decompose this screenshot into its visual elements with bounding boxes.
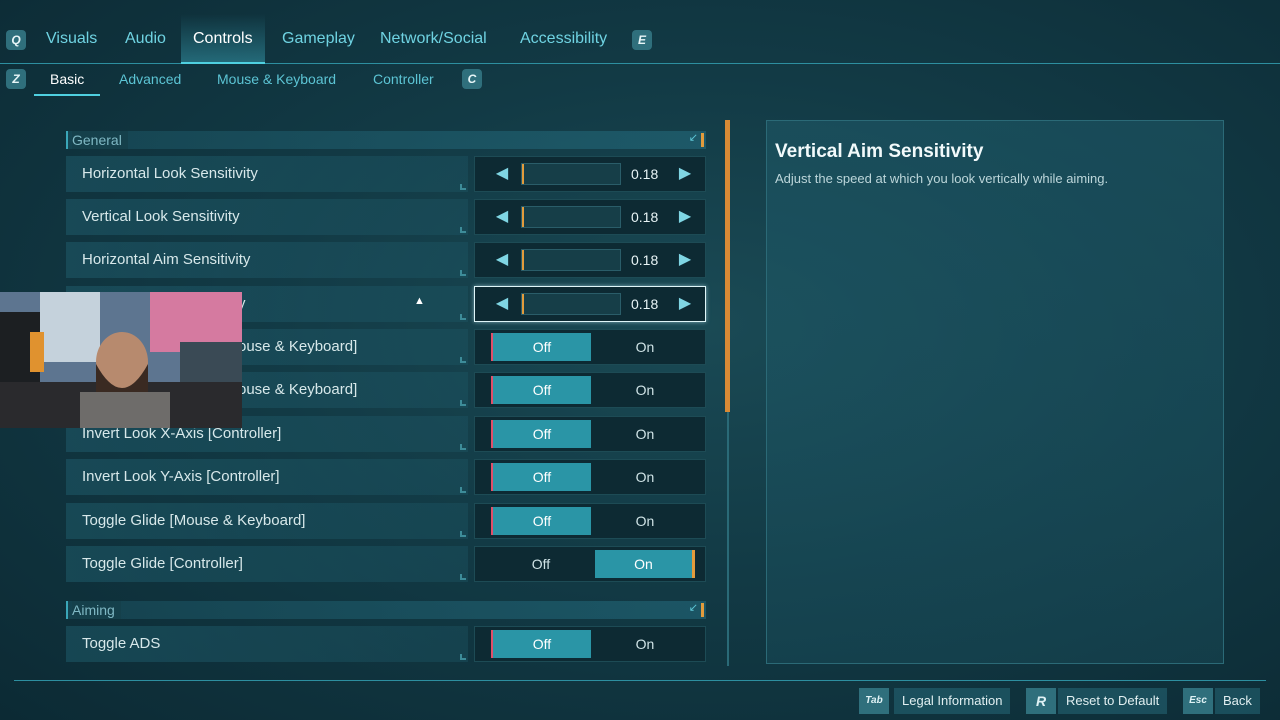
description-title: Vertical Aim Sensitivity: [775, 141, 984, 162]
decrease-arrow-icon[interactable]: ◀: [490, 243, 514, 277]
toggle-off-option[interactable]: Off: [491, 550, 591, 578]
section-header-general: General ↙: [66, 131, 706, 149]
collapse-arrow-icon: ↙: [688, 602, 698, 614]
collapse-arrow-icon: ↙: [688, 132, 698, 144]
off-on-toggle[interactable]: Off On: [474, 503, 706, 539]
tab-controls[interactable]: Controls: [181, 14, 265, 64]
sub-tab-bar: Z Basic Advanced Mouse & Keyboard Contro…: [0, 64, 1280, 96]
sensitivity-slider[interactable]: ◀ 0.18 ▶: [474, 286, 706, 322]
r-key-icon[interactable]: R: [1026, 688, 1056, 714]
section-title-aiming: Aiming: [72, 601, 121, 619]
setting-label: Toggle ADS: [82, 635, 161, 652]
webcam-overlay: [0, 292, 242, 428]
webcam-image: [0, 292, 242, 428]
toggle-on-option[interactable]: On: [595, 420, 695, 448]
subtab-advanced[interactable]: Advanced: [103, 68, 197, 96]
decrease-arrow-icon[interactable]: ◀: [490, 157, 514, 191]
legal-information-button[interactable]: Legal Information: [894, 688, 1011, 714]
setting-label: Invert Look Y-Axis [Controller]: [82, 468, 280, 485]
tab-network-social[interactable]: Network/Social: [368, 14, 499, 64]
section-title-general: General: [72, 131, 128, 149]
tab-audio[interactable]: Audio: [113, 14, 178, 64]
slider-track[interactable]: [521, 163, 621, 185]
decrease-arrow-icon[interactable]: ◀: [490, 200, 514, 234]
back-button[interactable]: Back: [1215, 688, 1260, 714]
toggle-on-option[interactable]: On: [595, 376, 695, 404]
sensitivity-slider[interactable]: ◀ 0.18 ▶: [474, 199, 706, 235]
tab-accessibility[interactable]: Accessibility: [508, 14, 619, 64]
tab-key-icon[interactable]: Tab: [859, 688, 889, 714]
subtab-controller[interactable]: Controller: [357, 68, 450, 96]
slider-value: 0.18: [631, 209, 659, 225]
off-on-toggle[interactable]: Off On: [474, 546, 706, 582]
setting-row[interactable]: Horizontal Aim Sensitivity ◀ 0.18 ▶: [66, 242, 706, 278]
section-marker: [701, 133, 704, 147]
increase-arrow-icon[interactable]: ▶: [673, 157, 697, 191]
subtab-mouse-keyboard[interactable]: Mouse & Keyboard: [201, 68, 352, 96]
off-on-toggle[interactable]: Off On: [474, 626, 706, 662]
off-on-toggle[interactable]: Off On: [474, 372, 706, 408]
setting-label: Horizontal Aim Sensitivity: [82, 251, 251, 268]
increase-arrow-icon[interactable]: ▶: [673, 200, 697, 234]
tab-visuals[interactable]: Visuals: [34, 14, 109, 64]
setting-label: Vertical Look Sensitivity: [82, 208, 240, 225]
c-key-icon[interactable]: C: [462, 69, 482, 89]
reset-to-default-button[interactable]: Reset to Default: [1058, 688, 1168, 714]
slider-track[interactable]: [521, 249, 621, 271]
toggle-on-option[interactable]: On: [595, 630, 695, 658]
setting-row[interactable]: Toggle Glide [Mouse & Keyboard] Off On: [66, 503, 706, 539]
setting-row[interactable]: Toggle Glide [Controller] Off On: [66, 546, 706, 582]
off-on-toggle[interactable]: Off On: [474, 329, 706, 365]
slider-value: 0.18: [631, 166, 659, 182]
top-tab-bar: Q Visuals Audio Controls Gameplay Networ…: [0, 0, 1280, 64]
setting-label: Toggle Glide [Controller]: [82, 555, 243, 572]
setting-row[interactable]: Horizontal Look Sensitivity ◀ 0.18 ▶: [66, 156, 706, 192]
footer-divider: [14, 680, 1266, 681]
sensitivity-slider[interactable]: ◀ 0.18 ▶: [474, 156, 706, 192]
toggle-on-option[interactable]: On: [595, 463, 695, 491]
off-on-toggle[interactable]: Off On: [474, 459, 706, 495]
toggle-on-option[interactable]: On: [595, 550, 695, 578]
toggle-on-option[interactable]: On: [595, 333, 695, 361]
z-key-icon[interactable]: Z: [6, 69, 26, 89]
q-key-icon[interactable]: Q: [6, 30, 26, 50]
setting-row[interactable]: Vertical Look Sensitivity ◀ 0.18 ▶: [66, 199, 706, 235]
scrollbar-thumb[interactable]: [725, 120, 730, 412]
setting-row[interactable]: Toggle ADS Off On: [66, 626, 706, 662]
off-on-toggle[interactable]: Off On: [474, 416, 706, 452]
subtab-basic[interactable]: Basic: [34, 68, 101, 96]
toggle-off-option[interactable]: Off: [491, 333, 591, 361]
description-panel: Vertical Aim Sensitivity Adjust the spee…: [766, 120, 1224, 664]
section-marker: [701, 603, 704, 617]
esc-key-icon[interactable]: Esc: [1183, 688, 1213, 714]
setting-label: Toggle Glide [Mouse & Keyboard]: [82, 512, 306, 529]
slider-value: 0.18: [631, 296, 659, 312]
toggle-off-option[interactable]: Off: [491, 376, 591, 404]
slider-track[interactable]: [521, 293, 621, 315]
e-key-icon[interactable]: E: [632, 30, 652, 50]
decrease-arrow-icon[interactable]: ◀: [490, 287, 514, 321]
tab-gameplay[interactable]: Gameplay: [270, 14, 367, 64]
toggle-off-option[interactable]: Off: [491, 630, 591, 658]
slider-track[interactable]: [521, 206, 621, 228]
sensitivity-slider[interactable]: ◀ 0.18 ▶: [474, 242, 706, 278]
toggle-off-option[interactable]: Off: [491, 420, 591, 448]
increase-arrow-icon[interactable]: ▶: [673, 287, 697, 321]
setting-label: Horizontal Look Sensitivity: [82, 165, 258, 182]
setting-label: ouse & Keyboard]: [238, 338, 358, 355]
setting-label: ouse & Keyboard]: [238, 381, 358, 398]
toggle-off-option[interactable]: Off: [491, 463, 591, 491]
increase-arrow-icon[interactable]: ▶: [673, 243, 697, 277]
toggle-on-option[interactable]: On: [595, 507, 695, 535]
slider-value: 0.18: [631, 252, 659, 268]
mouse-cursor-icon: ▲: [414, 295, 425, 307]
toggle-off-option[interactable]: Off: [491, 507, 591, 535]
description-text: Adjust the speed at which you look verti…: [775, 171, 1109, 186]
setting-row[interactable]: Invert Look Y-Axis [Controller] Off On: [66, 459, 706, 495]
settings-scrollbar[interactable]: [722, 120, 734, 666]
section-header-aiming: Aiming ↙: [66, 601, 706, 619]
